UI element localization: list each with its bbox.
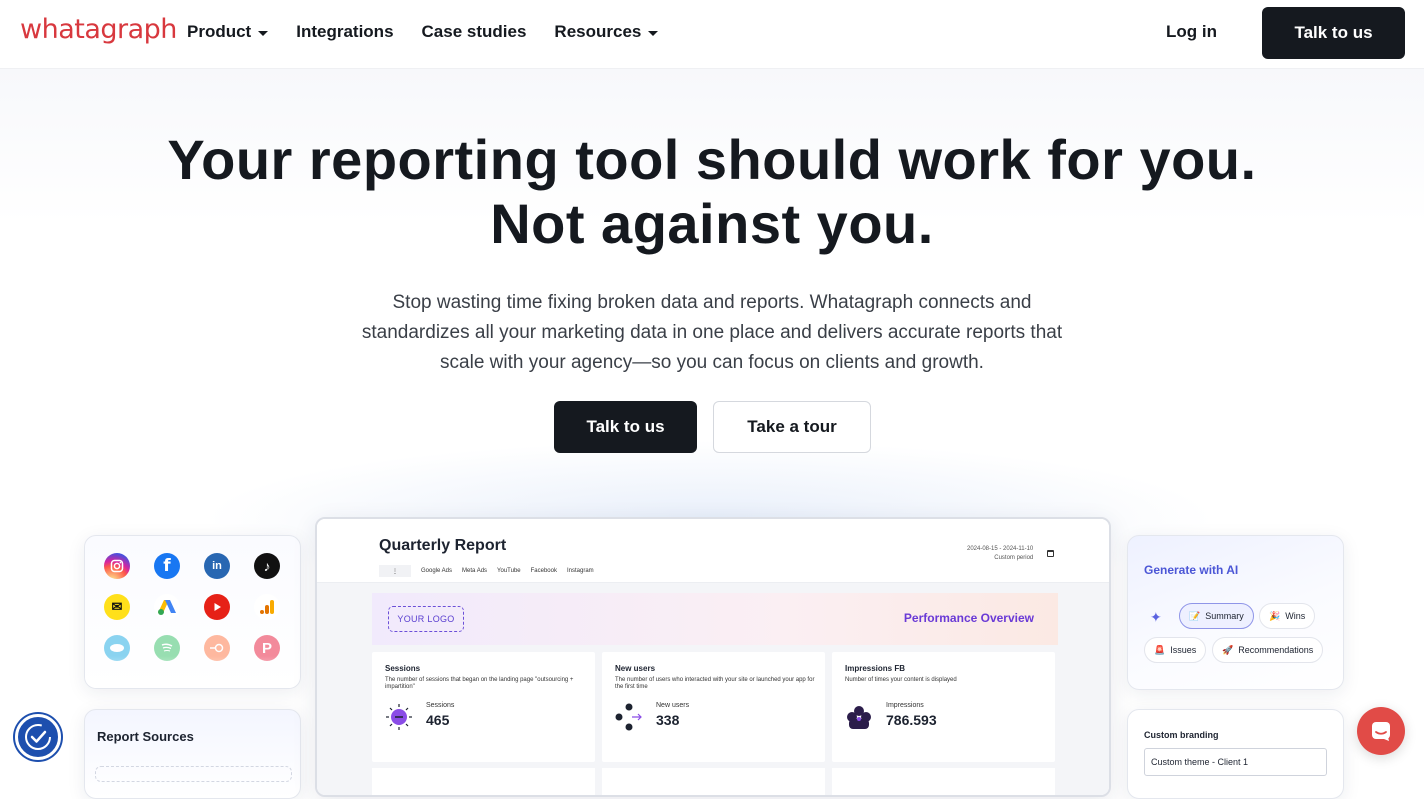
- tab-facebook[interactable]: Facebook: [531, 568, 557, 577]
- report-preview: Quarterly Report ⋮ Google Ads Meta Ads Y…: [315, 517, 1111, 797]
- impressions-icon: [847, 706, 871, 729]
- metric-label: Impressions: [886, 702, 924, 709]
- top-navigation: whatagraph Product Integrations Case stu…: [0, 0, 1424, 68]
- metric-card-new-users: New users The number of users who intera…: [602, 652, 825, 762]
- accessibility-button[interactable]: [15, 714, 61, 760]
- ai-card-title: Generate with AI: [1144, 563, 1239, 577]
- google-analytics-icon: [254, 594, 280, 620]
- nav-links: Product Integrations Case studies Resour…: [187, 22, 659, 42]
- nav-item-integrations[interactable]: Integrations: [296, 22, 393, 42]
- date-period-label: Custom period: [994, 555, 1034, 561]
- tab-youtube[interactable]: YouTube: [497, 568, 521, 577]
- talk-to-us-button[interactable]: Talk to us: [554, 401, 697, 453]
- report-sources-title: Report Sources: [97, 729, 194, 744]
- hero-subtext: Stop wasting time fixing broken data and…: [361, 292, 1063, 373]
- google-ads-icon: [154, 594, 180, 620]
- chip-recommendations[interactable]: 🚀 Recommendations: [1212, 637, 1324, 663]
- report-tabs: ⋮ Google Ads Meta Ads YouTube Facebook I…: [379, 565, 594, 577]
- hero-headline: Your reporting tool should work for you.…: [0, 128, 1424, 256]
- metric-description: The number of sessions that began on the…: [385, 677, 574, 690]
- logo-placeholder: YOUR LOGO: [388, 606, 464, 632]
- integrations-grid: f in ♪ ✉ P: [104, 553, 280, 661]
- login-link[interactable]: Log in: [1166, 22, 1217, 42]
- report-body: YOUR LOGO Performance Overview Sessions …: [317, 583, 1109, 795]
- chip-label: Wins: [1285, 611, 1306, 621]
- sessions-icon: [386, 704, 412, 730]
- chat-icon: [1372, 722, 1390, 741]
- performance-title: Performance Overview: [903, 611, 1034, 625]
- custom-branding-title: Custom branding: [1144, 730, 1219, 740]
- nav-item-label: Case studies: [421, 22, 527, 41]
- metric-card-placeholder: [372, 768, 595, 795]
- metric-value: 338: [656, 712, 680, 728]
- report-date-range[interactable]: 2024-08-15 - 2024-11-10 Custom period: [967, 545, 1033, 563]
- whatagraph-logo[interactable]: whatagraph: [20, 14, 177, 45]
- sparkle-icon: ✦: [1150, 609, 1162, 625]
- report-sources-card: Report Sources: [84, 709, 301, 799]
- metric-card-impressions: Impressions FB Number of times your cont…: [832, 652, 1055, 762]
- calendar-icon[interactable]: [1047, 550, 1054, 557]
- metric-label: New users: [656, 702, 690, 709]
- chip-label: Issues: [1170, 645, 1197, 655]
- linkedin-icon: in: [204, 553, 230, 579]
- nav-item-case-studies[interactable]: Case studies: [422, 22, 527, 42]
- nav-item-label: Resources: [554, 22, 642, 41]
- metric-name: Impressions FB: [845, 664, 906, 673]
- metric-card-placeholder: [602, 768, 825, 795]
- caret-down-icon: [258, 30, 269, 36]
- metric-description: Number of times your content is displaye…: [845, 677, 957, 683]
- nav-item-label: Product: [187, 22, 252, 41]
- chat-button[interactable]: [1357, 707, 1405, 755]
- nav-talk-to-us-button[interactable]: Talk to us: [1262, 7, 1405, 59]
- accessibility-icon: [25, 724, 51, 750]
- mailchimp-icon: ✉: [104, 594, 130, 620]
- integrations-card: f in ♪ ✉ P: [84, 535, 301, 689]
- new-users-icon: [615, 703, 642, 731]
- caret-down-icon: [648, 30, 659, 36]
- report-header: Quarterly Report ⋮ Google Ads Meta Ads Y…: [317, 519, 1109, 583]
- generate-with-ai-card: Generate with AI ✦ 📝 Summary 🎉 Wins 🚨 Is…: [1127, 535, 1344, 690]
- instagram-icon: [104, 553, 130, 579]
- date-range-value: 2024-08-15 - 2024-11-10: [967, 546, 1034, 552]
- headline-line-1: Your reporting tool should work for you.: [167, 128, 1257, 191]
- chip-label: Summary: [1205, 611, 1244, 621]
- tab-menu[interactable]: ⋮: [379, 565, 411, 577]
- youtube-icon: [204, 594, 230, 620]
- chip-issues[interactable]: 🚨 Issues: [1144, 637, 1207, 663]
- take-a-tour-button[interactable]: Take a tour: [713, 401, 871, 453]
- siren-icon: 🚨: [1154, 644, 1166, 655]
- party-icon: 🎉: [1269, 610, 1281, 621]
- memo-icon: 📝: [1189, 610, 1201, 621]
- metric-card-sessions: Sessions The number of sessions that beg…: [372, 652, 595, 762]
- nav-item-product[interactable]: Product: [187, 22, 269, 42]
- headline-line-2: Not against you.: [490, 192, 934, 255]
- metric-value: 465: [426, 712, 450, 728]
- report-title: Quarterly Report: [379, 537, 507, 554]
- metric-card-placeholder: [832, 768, 1055, 795]
- tab-meta-ads[interactable]: Meta Ads: [462, 568, 487, 577]
- tab-google-ads[interactable]: Google Ads: [421, 568, 452, 577]
- tab-instagram[interactable]: Instagram: [567, 568, 594, 577]
- nav-item-label: Integrations: [296, 22, 394, 41]
- metric-label: Sessions: [426, 702, 455, 709]
- metric-value: 786.593: [886, 712, 937, 728]
- chip-label: Recommendations: [1238, 645, 1314, 655]
- custom-branding-card: Custom branding Custom theme - Client 1: [1127, 709, 1344, 799]
- chip-summary[interactable]: 📝 Summary: [1179, 603, 1254, 629]
- facebook-icon: f: [154, 553, 180, 579]
- metric-name: Sessions: [385, 664, 421, 673]
- chip-wins[interactable]: 🎉 Wins: [1259, 603, 1316, 629]
- tiktok-icon: ♪: [254, 553, 280, 579]
- report-source-slot[interactable]: [95, 766, 292, 782]
- nav-item-resources[interactable]: Resources: [554, 22, 659, 42]
- metric-description: The number of users who interacted with …: [615, 677, 815, 690]
- theme-select[interactable]: Custom theme - Client 1: [1144, 748, 1327, 776]
- performance-banner: YOUR LOGO Performance Overview: [372, 593, 1058, 645]
- metric-name: New users: [615, 664, 656, 673]
- integrations-fade: [85, 656, 300, 688]
- rocket-icon: 🚀: [1222, 644, 1234, 655]
